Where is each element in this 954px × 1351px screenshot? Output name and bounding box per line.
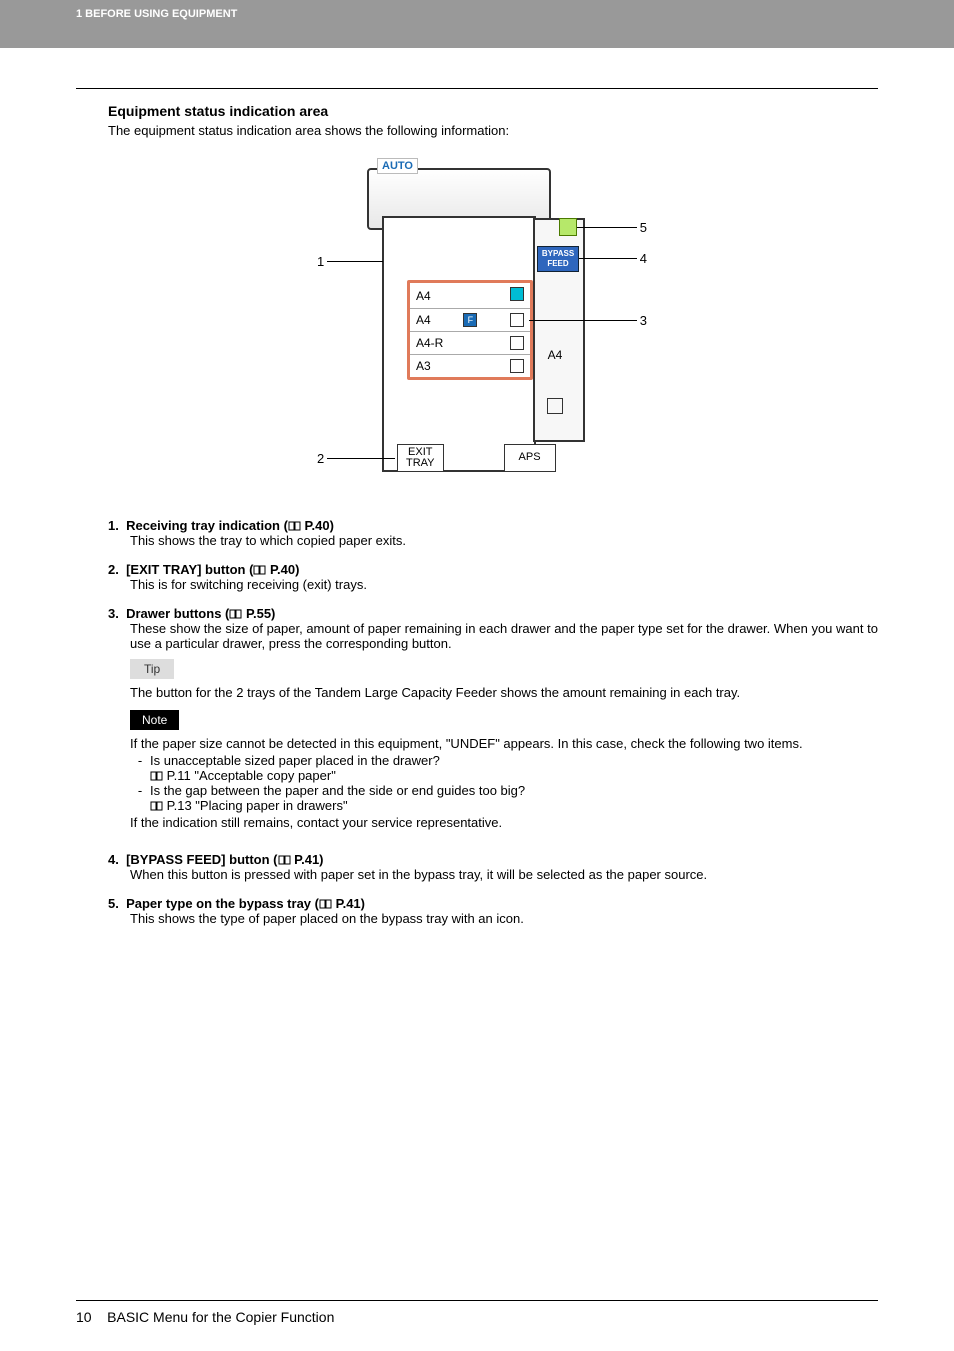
chapter-label: 1 BEFORE USING EQUIPMENT	[76, 8, 237, 20]
footer-title: BASIC Menu for the Copier Function	[107, 1309, 334, 1325]
callout-3: 3	[640, 313, 647, 328]
book-icon	[288, 518, 301, 533]
item-2: 2. [EXIT TRAY] button ( P.40) This is fo…	[108, 562, 878, 592]
callout-5: 5	[640, 220, 647, 235]
paper-type-icon	[559, 218, 577, 236]
callout-4: 4	[640, 251, 647, 266]
page-header: 1 BEFORE USING EQUIPMENT	[0, 0, 954, 48]
note-intro: If the paper size cannot be detected in …	[130, 736, 878, 751]
side-tray-size: A4	[539, 348, 571, 362]
book-icon	[229, 606, 242, 621]
item-4: 4. [BYPASS FEED] button ( P.41) When thi…	[108, 852, 878, 882]
tip-label: Tip	[130, 659, 174, 679]
note-label: Note	[130, 710, 179, 730]
exit-tray-button[interactable]: EXITTRAY	[397, 444, 444, 472]
page-footer: 10 BASIC Menu for the Copier Function	[0, 1300, 954, 1351]
section-title: Equipment status indication area	[76, 103, 878, 119]
note-outro: If the indication still remains, contact…	[130, 815, 878, 830]
book-icon	[278, 852, 291, 867]
book-icon	[150, 768, 163, 783]
book-icon	[253, 562, 266, 577]
drawer-buttons[interactable]: A4 A4F A4-R A3	[407, 280, 533, 380]
item-5: 5. Paper type on the bypass tray ( P.41)…	[108, 896, 878, 926]
top-rule	[76, 88, 878, 89]
book-icon	[150, 798, 163, 813]
tip-text: The button for the 2 trays of the Tandem…	[130, 685, 878, 700]
bypass-feed-button[interactable]: BYPASSFEED	[537, 246, 579, 272]
item-1: 1. Receiving tray indication ( P.40) Thi…	[108, 518, 878, 548]
auto-label: AUTO	[377, 158, 418, 174]
page-number: 10	[76, 1309, 92, 1325]
callout-1: 1	[317, 254, 324, 269]
aps-button[interactable]: APS	[504, 444, 556, 472]
book-icon	[319, 896, 332, 911]
item-3: 3. Drawer buttons ( P.55) These show the…	[108, 606, 878, 830]
callout-2: 2	[317, 451, 324, 466]
status-diagram: AUTO BYPASSFEED A4 A4F A4-R A3 A4 EXITTR…	[307, 158, 647, 488]
section-intro: The equipment status indication area sho…	[76, 123, 878, 138]
